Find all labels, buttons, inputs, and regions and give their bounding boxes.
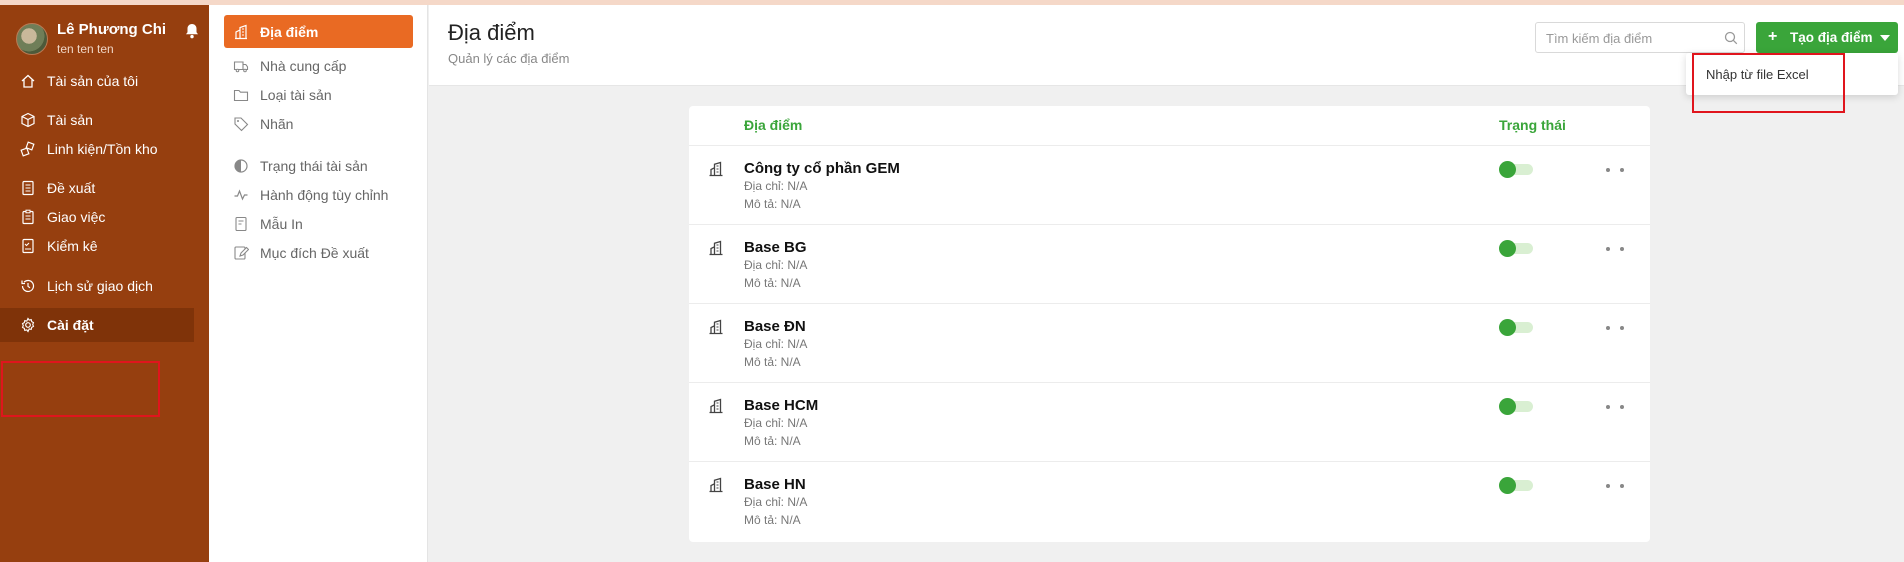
location-name: Công ty cổ phần GEM — [744, 160, 900, 177]
search-icon[interactable] — [1724, 31, 1738, 45]
table-row[interactable]: Base ĐN Địa chỉ: N/A Mô tả: N/A — [689, 303, 1650, 382]
page-title: Địa điểm — [448, 20, 535, 45]
edit-icon — [234, 245, 249, 260]
location-address: Địa chỉ: N/A — [744, 495, 808, 509]
location-description: Mô tả: N/A — [744, 276, 801, 290]
status-toggle[interactable] — [1499, 477, 1533, 494]
bell-icon[interactable] — [185, 23, 199, 39]
settings-item-label: Địa điểm — [260, 23, 319, 40]
status-toggle[interactable] — [1499, 240, 1533, 257]
print-template-icon — [235, 216, 247, 231]
table-row[interactable]: Base BG Địa chỉ: N/A Mô tả: N/A — [689, 224, 1650, 303]
caret-down-icon[interactable] — [1880, 35, 1890, 41]
highlight-box-import — [1692, 53, 1845, 113]
locations-table: Địa điểm Trạng thái Công ty cổ phần GEM … — [689, 106, 1650, 542]
plus-icon: + — [1768, 28, 1778, 45]
more-options-icon[interactable] — [1606, 483, 1624, 489]
nav-item-label: Cài đặt — [47, 317, 94, 333]
page-subtitle: Quản lý các địa điểm — [448, 51, 570, 66]
column-header-location: Địa điểm — [744, 117, 803, 133]
building-icon — [709, 398, 723, 414]
create-button-label: Tạo địa điểm — [1790, 30, 1873, 45]
nav-item-settings[interactable]: Cài đặt — [0, 308, 194, 342]
settings-item-tags[interactable]: Nhãn — [224, 107, 413, 140]
checklist-icon — [22, 238, 34, 254]
nav-item-label: Lịch sử giao dịch — [47, 278, 153, 294]
settings-item-label: Trạng thái tài sản — [260, 157, 368, 174]
nav-item-components[interactable]: Linh kiện/Tồn kho — [0, 132, 209, 166]
building-icon — [709, 161, 723, 177]
avatar[interactable] — [16, 23, 48, 55]
status-toggle[interactable] — [1499, 161, 1533, 178]
building-icon — [709, 240, 723, 256]
more-options-icon[interactable] — [1606, 325, 1624, 331]
settings-item-locations[interactable]: Địa điểm — [224, 15, 413, 48]
location-name: Base HN — [744, 476, 806, 493]
search-box[interactable] — [1535, 22, 1745, 53]
nav-item-label: Kiểm kê — [47, 238, 98, 254]
location-address: Địa chỉ: N/A — [744, 179, 808, 193]
table-row[interactable]: Base HCM Địa chỉ: N/A Mô tả: N/A — [689, 382, 1650, 461]
main-sidebar: Lê Phương Chi ten ten ten Tài sản của tô… — [0, 5, 209, 562]
nav-item-inventory[interactable]: Kiểm kê — [0, 229, 209, 263]
highlight-box-settings — [1, 361, 160, 417]
location-address: Địa chỉ: N/A — [744, 337, 808, 351]
settings-sidebar: Địa điểm Nhà cung cấp Loại tài sản Nhãn … — [209, 5, 428, 562]
status-toggle[interactable] — [1499, 319, 1533, 336]
building-icon — [235, 24, 247, 39]
tag-icon — [234, 116, 249, 131]
nav-item-label: Tài sản — [47, 112, 93, 128]
building-icon — [709, 477, 723, 493]
status-toggle[interactable] — [1499, 398, 1533, 415]
nav-item-my-assets[interactable]: Tài sản của tôi — [0, 64, 209, 98]
nav-item-label: Tài sản của tôi — [47, 73, 139, 89]
settings-item-label: Loại tài sản — [260, 86, 332, 103]
more-options-icon[interactable] — [1606, 167, 1624, 173]
nav-item-label: Đề xuất — [47, 180, 96, 196]
location-name: Base BG — [744, 239, 807, 256]
user-subtitle: ten ten ten — [57, 42, 114, 56]
location-description: Mô tả: N/A — [744, 513, 801, 527]
column-header-status: Trạng thái — [1499, 117, 1566, 133]
more-options-icon[interactable] — [1606, 404, 1624, 410]
building-icon — [709, 319, 723, 335]
table-row[interactable]: Base HN Địa chỉ: N/A Mô tả: N/A — [689, 461, 1650, 540]
nav-item-history[interactable]: Lịch sử giao dịch — [0, 269, 209, 303]
nav-item-label: Linh kiện/Tồn kho — [47, 141, 158, 157]
user-name: Lê Phương Chi — [57, 21, 167, 38]
box-icon — [21, 112, 35, 128]
settings-item-label: Nhãn — [260, 115, 294, 132]
location-description: Mô tả: N/A — [744, 434, 801, 448]
settings-item-proposal-purposes[interactable]: Mục đích Đề xuất — [224, 236, 413, 269]
gear-icon — [21, 317, 35, 333]
settings-item-label: Hành động tùy chỉnh — [260, 186, 389, 203]
folder-icon — [233, 89, 249, 101]
home-icon — [21, 74, 35, 88]
search-input[interactable] — [1546, 29, 1716, 47]
more-options-icon[interactable] — [1606, 246, 1624, 252]
location-description: Mô tả: N/A — [744, 197, 801, 211]
location-name: Base ĐN — [744, 318, 806, 335]
settings-item-label: Mẫu In — [260, 215, 303, 232]
document-icon — [22, 180, 34, 196]
half-circle-icon — [234, 158, 248, 173]
location-address: Địa chỉ: N/A — [744, 258, 808, 272]
history-icon — [21, 279, 35, 293]
location-description: Mô tả: N/A — [744, 355, 801, 369]
truck-icon — [233, 60, 249, 72]
activity-icon — [234, 188, 248, 200]
user-profile[interactable]: Lê Phương Chi ten ten ten — [16, 21, 206, 63]
location-address: Địa chỉ: N/A — [744, 416, 808, 430]
table-row[interactable]: Công ty cổ phần GEM Địa chỉ: N/A Mô tả: … — [689, 145, 1650, 224]
settings-item-label: Mục đích Đề xuất — [260, 244, 369, 261]
create-location-button[interactable]: + Tạo địa điểm — [1756, 22, 1898, 53]
components-icon — [20, 141, 35, 157]
clipboard-icon — [22, 209, 34, 225]
settings-item-label: Nhà cung cấp — [260, 57, 347, 74]
nav-item-label: Giao việc — [47, 209, 106, 225]
location-name: Base HCM — [744, 397, 819, 414]
